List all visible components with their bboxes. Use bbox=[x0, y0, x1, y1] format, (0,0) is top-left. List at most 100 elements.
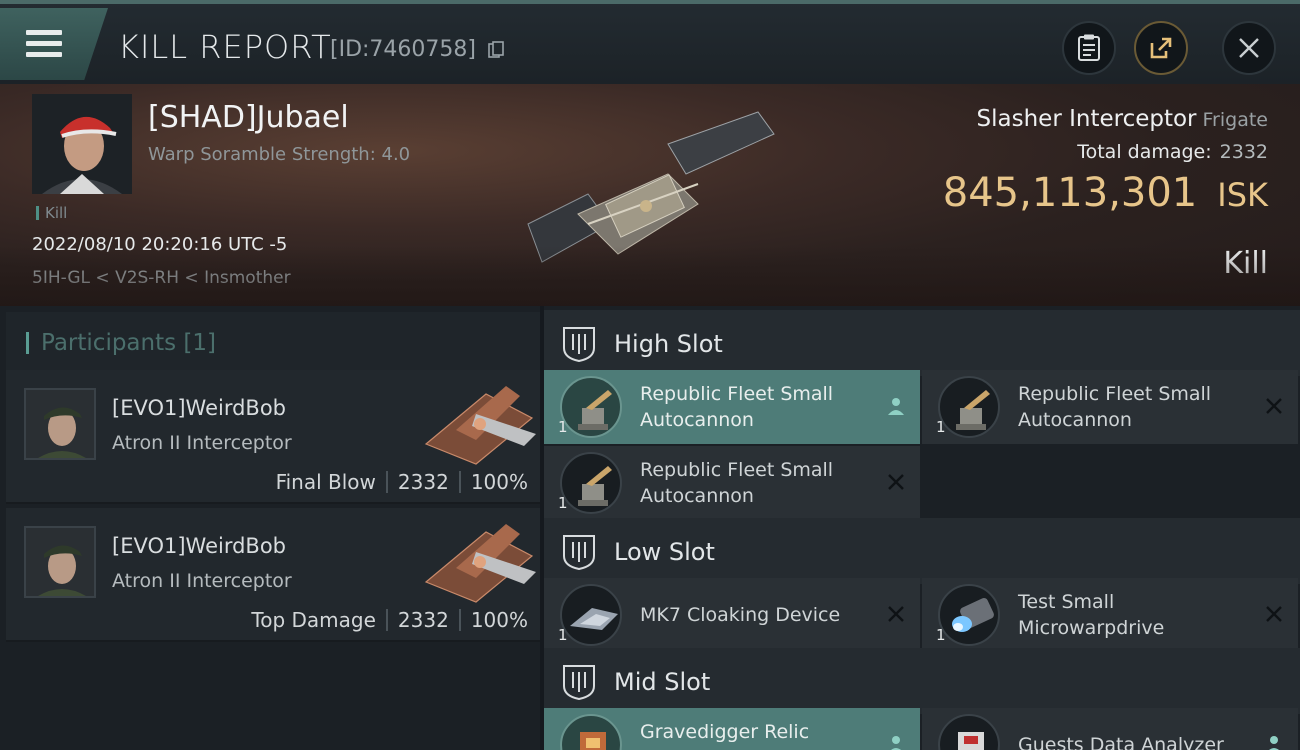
low-slot-icon bbox=[563, 535, 595, 570]
copy-icon[interactable] bbox=[488, 41, 504, 59]
close-icon bbox=[1239, 38, 1259, 58]
destroyed-x-icon bbox=[888, 474, 904, 490]
kill-status: Kill bbox=[1223, 246, 1268, 281]
portrait-image bbox=[26, 390, 94, 458]
destroyed-x-icon bbox=[1266, 606, 1282, 622]
module-high-1[interactable]: 1 Republic Fleet Small Autocannon bbox=[544, 370, 920, 444]
module-low-1[interactable]: 1 MK7 Cloaking Device bbox=[544, 578, 920, 652]
participant-percent: 100% bbox=[470, 608, 528, 632]
warp-scramble-strength: Warp Soramble Strength: 4.0 bbox=[148, 144, 411, 165]
module-quantity: 1 bbox=[558, 494, 568, 512]
isk-value: 845,113,301 ISK bbox=[943, 170, 1268, 216]
participant-name: [EVO1]WeirdBob bbox=[112, 534, 287, 558]
low-slot-header: Low Slot bbox=[544, 518, 1300, 584]
kill-header: [SHAD]Jubael Warp Soramble Strength: 4.0… bbox=[0, 84, 1300, 306]
total-damage: Total damage: 2332 bbox=[1077, 141, 1268, 163]
total-damage-label: Total damage: bbox=[1077, 141, 1212, 163]
victim-name[interactable]: [SHAD]Jubael bbox=[148, 100, 349, 135]
share-button[interactable] bbox=[1134, 21, 1188, 75]
autocannon-icon bbox=[938, 376, 1000, 438]
isk-amount: 845,113,301 bbox=[942, 170, 1198, 216]
participant-role: Final Blow bbox=[275, 470, 376, 494]
participant-avatar bbox=[24, 526, 96, 598]
participants-header[interactable]: Participants [1] bbox=[6, 312, 540, 370]
mid-slot-header: Mid Slot bbox=[544, 648, 1300, 714]
cloaking-device-icon bbox=[560, 584, 622, 646]
clipboard-button[interactable] bbox=[1062, 21, 1116, 75]
total-damage-value: 2332 bbox=[1219, 141, 1268, 163]
close-button[interactable] bbox=[1222, 21, 1276, 75]
module-name: Republic Fleet Small Autocannon bbox=[1018, 383, 1212, 431]
module-high-3[interactable]: 1 Republic Fleet Small Autocannon bbox=[544, 446, 920, 520]
module-high-2[interactable]: 1 Republic Fleet Small Autocannon bbox=[922, 370, 1298, 444]
page-title: KILL REPORT bbox=[118, 28, 332, 66]
high-slot-label: High Slot bbox=[614, 330, 723, 358]
clipboard-icon bbox=[1078, 34, 1100, 61]
top-bar: KILL REPORT [ID:7460758] bbox=[0, 0, 1300, 84]
divider bbox=[385, 609, 388, 631]
mid-slot-icon bbox=[563, 665, 595, 700]
divider bbox=[385, 471, 388, 493]
participant-ship-image bbox=[424, 524, 536, 603]
dropped-person-icon bbox=[1269, 736, 1279, 750]
participant-stats: Top Damage 2332 100% bbox=[251, 608, 528, 632]
victim-ship-name: Slasher Interceptor bbox=[976, 106, 1197, 132]
victim-ship-class: Frigate bbox=[1202, 109, 1268, 131]
participant-ship: Atron II Interceptor bbox=[112, 432, 292, 454]
participants-panel: Participants [1] [EVO1]WeirdBob Atron II… bbox=[0, 306, 540, 750]
isk-unit: ISK bbox=[1217, 176, 1268, 214]
dropped-person-icon bbox=[891, 736, 901, 750]
module-quantity: 1 bbox=[936, 418, 946, 436]
kill-location[interactable]: 5IH-GL < V2S-RH < Insmother bbox=[32, 268, 291, 288]
participant-damage: 2332 bbox=[397, 608, 449, 632]
portrait-image bbox=[26, 528, 94, 596]
module-quantity: 1 bbox=[558, 418, 568, 436]
participant-ship-image bbox=[424, 386, 536, 465]
module-name: Test Small Microwarpdrive bbox=[1018, 591, 1165, 639]
autocannon-icon bbox=[560, 452, 622, 514]
dropped-person-icon bbox=[888, 398, 904, 415]
module-name: Guests Data Analyzer bbox=[1018, 734, 1224, 750]
module-name: Gravedigger Relic bbox=[640, 721, 810, 743]
autocannon-icon bbox=[560, 376, 622, 438]
portrait-image bbox=[32, 94, 132, 194]
participant-ship: Atron II Interceptor bbox=[112, 570, 292, 592]
participants-header-label: Participants [1] bbox=[26, 332, 216, 355]
participant-percent: 100% bbox=[470, 470, 528, 494]
victim-ship[interactable]: Slasher Interceptor Frigate bbox=[977, 106, 1268, 132]
divider bbox=[458, 471, 461, 493]
share-icon bbox=[1150, 37, 1172, 59]
victim-avatar[interactable] bbox=[32, 94, 132, 194]
module-mid-1[interactable]: 1 Gravedigger Relic bbox=[544, 708, 920, 750]
menu-icon bbox=[26, 30, 62, 58]
high-slot-icon bbox=[563, 327, 595, 362]
participant-row[interactable]: [EVO1]WeirdBob Atron II Interceptor Fina… bbox=[6, 370, 540, 504]
participant-stats: Final Blow 2332 100% bbox=[276, 470, 528, 494]
participant-role: Top Damage bbox=[251, 608, 376, 632]
fitting-panel: High Slot 1 Republic Fleet Small Autocan… bbox=[544, 306, 1300, 750]
divider bbox=[458, 609, 461, 631]
mid-slot-label: Mid Slot bbox=[614, 668, 711, 696]
microwarpdrive-icon bbox=[938, 584, 1000, 646]
module-quantity: 1 bbox=[936, 626, 946, 644]
high-slot-header: High Slot bbox=[544, 310, 1300, 376]
module-mid-2[interactable]: 1 Guests Data Analyzer bbox=[922, 708, 1298, 750]
participant-row[interactable]: [EVO1]WeirdBob Atron II Interceptor Top … bbox=[6, 508, 540, 642]
module-quantity: 1 bbox=[558, 626, 568, 644]
participant-damage: 2332 bbox=[397, 470, 449, 494]
relic-analyzer-icon bbox=[560, 714, 622, 750]
participant-avatar bbox=[24, 388, 96, 460]
menu-button[interactable] bbox=[0, 8, 108, 80]
module-name: MK7 Cloaking Device bbox=[640, 604, 841, 626]
participant-name: [EVO1]WeirdBob bbox=[112, 396, 287, 420]
destroyed-x-icon bbox=[1266, 398, 1282, 414]
data-analyzer-icon bbox=[938, 714, 1000, 750]
module-name: Republic Fleet Small Autocannon bbox=[640, 383, 834, 431]
victim-ship-image bbox=[527, 111, 775, 263]
module-low-2[interactable]: 1 Test Small Microwarpdrive bbox=[922, 578, 1298, 652]
kill-datetime: 2022/08/10 20:20:16 UTC -5 bbox=[32, 234, 288, 255]
kill-tag: Kill bbox=[36, 206, 67, 221]
report-id: [ID:7460758] bbox=[330, 37, 476, 62]
module-name: Republic Fleet Small Autocannon bbox=[640, 459, 834, 507]
destroyed-x-icon bbox=[888, 606, 904, 622]
